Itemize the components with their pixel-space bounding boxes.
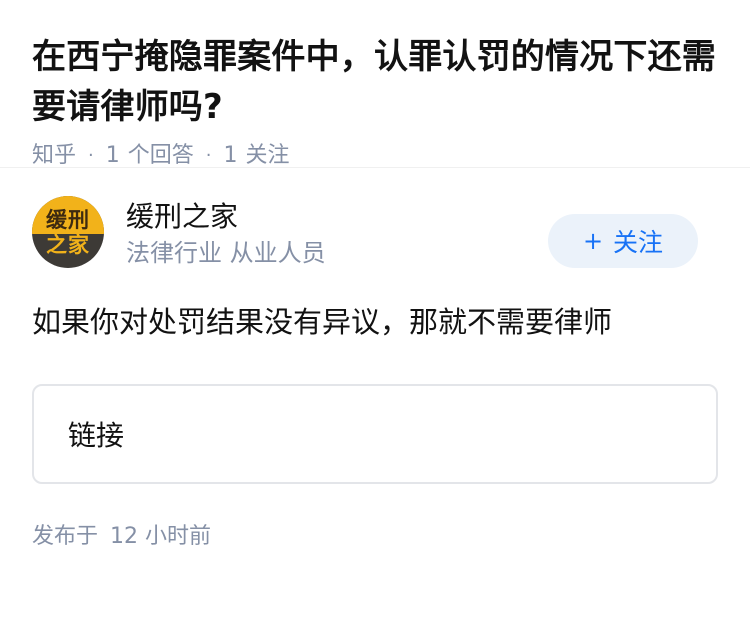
publish-time: 发布于 12 小时前: [32, 522, 718, 552]
plus-icon: +: [582, 227, 604, 255]
author-info: 缓刑之家 法律行业 从业人员: [126, 199, 326, 269]
follow-count-label: 关注: [245, 143, 290, 168]
publish-prefix: 发布于: [32, 524, 99, 549]
meta-separator: ·: [205, 145, 212, 166]
author-row: 缓刑 之家 缓刑之家 法律行业 从业人员 + 关注: [32, 168, 718, 296]
answer-count-label[interactable]: 个回答: [128, 141, 194, 171]
link-card[interactable]: 链接: [32, 384, 718, 484]
follow-count: 1: [223, 143, 238, 168]
avatar-text-top: 缓刑: [46, 208, 90, 232]
meta-separator: ·: [88, 145, 94, 166]
site-name[interactable]: 知乎: [32, 141, 76, 171]
answer-content: 如果你对处罚结果没有异议，那就不需要律师: [32, 305, 613, 339]
question-meta: 知乎 · 1 个回答 · 1 关注: [32, 141, 718, 171]
link-card-label: 链接: [68, 419, 125, 452]
question-title[interactable]: 在西宁掩隐罪案件中，认罪认罚的情况下还需要请律师吗?: [32, 32, 718, 132]
avatar[interactable]: 缓刑 之家: [32, 196, 104, 268]
follow-button[interactable]: + 关注: [548, 214, 698, 268]
answer-card: 缓刑 之家 缓刑之家 法律行业 从业人员 + 关注 如果你对处罚结果没有异议，那…: [0, 168, 750, 552]
author-name[interactable]: 缓刑之家: [126, 199, 326, 235]
follow-button-label: 关注: [613, 228, 664, 257]
answer-count: 1: [105, 143, 120, 168]
author-headline: 法律行业 从业人员: [126, 239, 326, 267]
publish-time-value: 12 小时前: [110, 524, 212, 549]
avatar-text-bottom: 之家: [46, 233, 90, 257]
question-header: 在西宁掩隐罪案件中，认罪认罚的情况下还需要请律师吗? 知乎 · 1 个回答 · …: [0, 0, 750, 168]
